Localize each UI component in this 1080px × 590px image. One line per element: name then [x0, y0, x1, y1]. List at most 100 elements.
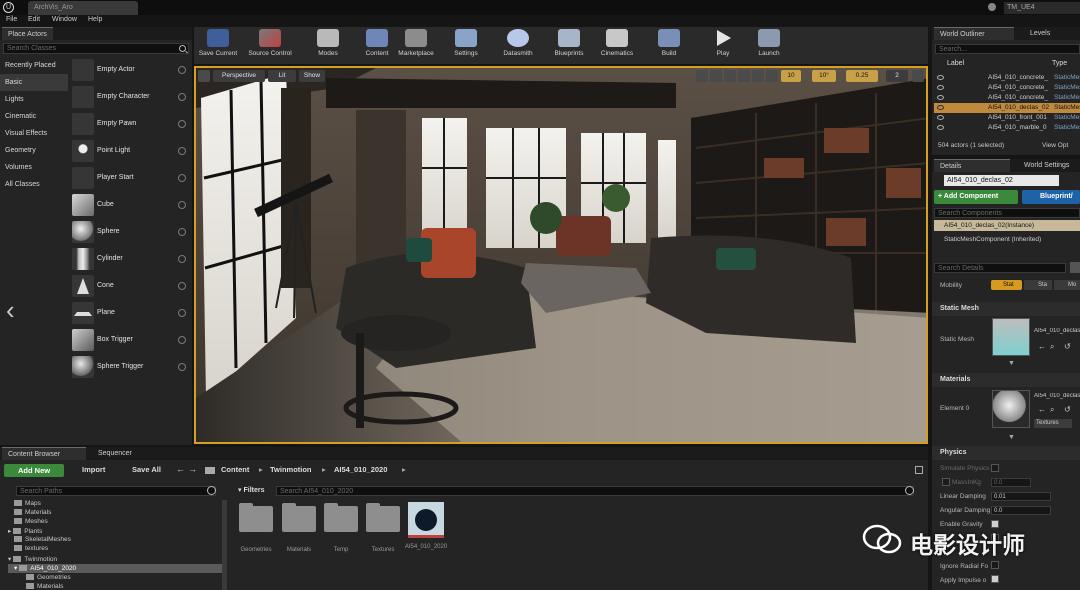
instance-row[interactable]: AI54_010_declas_02(Instance) [934, 220, 1080, 231]
marketplace-button[interactable]: Marketplace [396, 28, 436, 62]
settings-button[interactable]: Settings [448, 28, 484, 62]
use-selected-arrow-icon[interactable]: ← [1038, 342, 1046, 351]
tree-folder-meshes[interactable]: Meshes [14, 518, 48, 525]
import-button[interactable]: Import [72, 465, 105, 474]
tree-folder-textures[interactable]: textures [14, 545, 48, 552]
mobility-stationary-option[interactable]: Sta [1024, 280, 1052, 290]
actor-plane[interactable]: Plane [71, 301, 188, 327]
tree-scrollbar[interactable] [222, 500, 227, 590]
document-tab[interactable]: ArchVis_Aro [28, 1, 138, 15]
asset-search-input[interactable]: Search AI54_010_2020 [276, 486, 914, 496]
scale-icon[interactable] [738, 70, 750, 82]
actor-sphere[interactable]: Sphere [71, 220, 188, 246]
show-button[interactable]: Show [299, 70, 325, 82]
tab-place-actors[interactable]: Place Actors [2, 27, 53, 40]
blueprint-button[interactable]: Blueprint/ [1022, 190, 1080, 204]
world-local-icon[interactable] [752, 70, 764, 82]
actor-cone[interactable]: Cone [71, 274, 188, 300]
expand-chevron-icon[interactable]: ▼ [1008, 360, 1015, 367]
eye-icon[interactable] [937, 95, 944, 100]
category-recently-placed[interactable]: Recently Placed [0, 57, 68, 74]
asset-folder-textures[interactable] [366, 503, 400, 532]
tree-folder-geometries[interactable]: Geometries [26, 574, 71, 581]
static-mesh-thumbnail[interactable] [992, 318, 1030, 356]
tab-world-settings[interactable]: World Settings [1018, 159, 1075, 172]
material-thumbnail[interactable] [992, 390, 1030, 428]
tab-content-browser[interactable]: Content Browser [2, 447, 86, 460]
breadcrumb-twinmotion[interactable]: Twinmotion [270, 465, 312, 474]
mobility-movable-option[interactable]: Mo [1054, 280, 1080, 290]
tab-details[interactable]: Details [934, 159, 1010, 172]
angular-damping-field[interactable]: 0.0 [991, 506, 1051, 515]
add-component-button[interactable]: + Add Component [934, 190, 1018, 204]
category-geometry[interactable]: Geometry [0, 142, 68, 159]
eye-icon[interactable] [937, 125, 944, 130]
save-all-button[interactable]: Save All [120, 465, 161, 474]
path-search-input[interactable]: Search Paths [16, 486, 216, 496]
grid-snap-value[interactable]: 10 [781, 70, 801, 82]
translate-icon[interactable] [710, 70, 722, 82]
save-current-button[interactable]: Save Current [196, 28, 240, 62]
use-selected-arrow-icon[interactable]: ← [1038, 405, 1046, 414]
play-button[interactable]: Play [706, 28, 740, 62]
outliner-row[interactable]: AI54_010_concrete_ StaticMes [934, 73, 1080, 83]
mass-override-checkbox[interactable] [942, 478, 950, 486]
cinematics-button[interactable]: Cinematics [596, 28, 638, 62]
camera-speed-value[interactable]: 2 [886, 70, 908, 82]
tree-folder-skeletalmeshes[interactable]: SkeletalMeshes [14, 536, 71, 543]
ignore-radial-force-checkbox[interactable] [991, 561, 999, 569]
select-mode-icon[interactable] [696, 70, 708, 82]
category-basic[interactable]: Basic [0, 74, 68, 91]
filters-button[interactable]: ▾ Filters [238, 486, 272, 496]
surface-snap-icon[interactable] [766, 70, 778, 82]
tab-levels[interactable]: Levels [1024, 27, 1056, 40]
history-forward-icon[interactable]: → [188, 464, 197, 474]
menu-file[interactable]: File [6, 16, 17, 23]
eye-icon[interactable] [937, 75, 944, 80]
category-all-classes[interactable]: All Classes [0, 176, 68, 193]
breadcrumb-ai54[interactable]: AI54_010_2020 [334, 465, 387, 474]
reset-icon[interactable]: ↺ [1064, 405, 1071, 414]
rotation-snap-value[interactable]: 10° [812, 70, 836, 82]
actor-player-start[interactable]: Player Start [71, 166, 188, 192]
actor-cube[interactable]: Cube [71, 193, 188, 219]
tab-world-outliner[interactable]: World Outliner [934, 27, 1014, 40]
maximize-viewport-icon[interactable] [912, 70, 924, 82]
actor-box-trigger[interactable]: Box Trigger [71, 328, 188, 354]
viewport-options-menu-icon[interactable] [198, 70, 210, 82]
component-search-input[interactable]: Search Components [934, 208, 1080, 218]
view-options-icon[interactable] [1070, 262, 1080, 273]
category-visual-effects[interactable]: Visual Effects [0, 125, 68, 142]
outliner-row[interactable]: AI54_010_concrete_ StaticMes [934, 93, 1080, 103]
lit-button[interactable]: Lit [268, 70, 296, 82]
physics-section-header[interactable]: Physics [932, 446, 1080, 460]
tab-sequencer[interactable]: Sequencer [92, 447, 138, 460]
linear-damping-field[interactable]: 0.01 [991, 492, 1051, 501]
outliner-row[interactable]: AI54_010_marble_0 StaticMes [934, 123, 1080, 133]
tree-folder-materials[interactable]: Materials [14, 509, 51, 516]
datasmith-button[interactable]: Datasmith [498, 28, 538, 62]
menu-help[interactable]: Help [88, 16, 102, 23]
source-control-button[interactable]: Source Control [242, 28, 298, 62]
asset-folder-materials[interactable] [282, 503, 316, 532]
browse-magnifier-icon[interactable]: ⌕ [1050, 405, 1054, 415]
menu-window[interactable]: Window [52, 16, 77, 23]
materials-section-header[interactable]: Materials [932, 373, 1080, 387]
expand-chevron-icon[interactable]: ▼ [1008, 434, 1015, 441]
eye-icon[interactable] [937, 85, 944, 90]
add-new-button[interactable]: Add New [4, 464, 64, 477]
component-row[interactable]: StaticMeshComponent (Inherited) [944, 236, 1041, 243]
history-back-icon[interactable]: ← [176, 464, 185, 474]
mass-field[interactable]: 0.0 [991, 478, 1031, 487]
actor-empty-character[interactable]: Empty Character [71, 85, 188, 111]
outliner-row[interactable]: AI54_010_concrete_ StaticMes [934, 83, 1080, 93]
prev-page-chevron-icon[interactable]: ‹ [6, 296, 20, 324]
asset-folder-temp[interactable] [324, 503, 358, 532]
static-mesh-asset-name[interactable]: AI54_010_declas [1034, 328, 1080, 337]
scale-snap-value[interactable]: 0.25 [846, 70, 878, 82]
eye-icon[interactable] [937, 115, 944, 120]
apply-impulse-checkbox[interactable] [991, 575, 999, 583]
actor-empty-pawn[interactable]: Empty Pawn [71, 112, 188, 138]
class-search-input[interactable]: Search Classes [3, 43, 189, 54]
outliner-search-input[interactable]: Search... [935, 44, 1080, 54]
